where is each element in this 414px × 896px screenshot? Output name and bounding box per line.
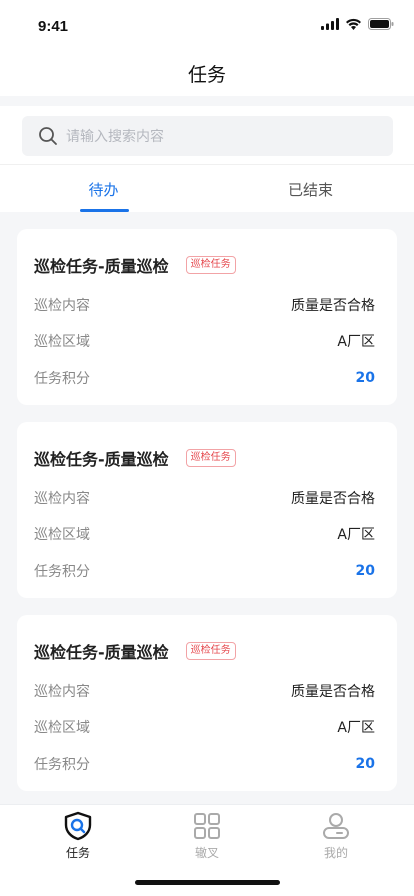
row-label: 巡检内容 — [34, 298, 90, 314]
wifi-icon — [346, 18, 361, 30]
card-title-row: 巡检任务-质量巡检 巡检任务 — [34, 446, 236, 470]
row-value: A厂区 — [337, 334, 375, 350]
status-time: 9:41 — [38, 18, 69, 35]
tab-pending-label: 待办 — [88, 180, 119, 199]
row-label: 巡检内容 — [34, 684, 90, 700]
tab-bar: 待办 已结束 — [0, 164, 414, 212]
card-row-content: 巡检内容 质量是否合格 — [34, 680, 375, 702]
task-shield-icon — [64, 811, 92, 841]
card-row-content: 巡检内容 质量是否合格 — [34, 487, 375, 509]
task-card[interactable]: 巡检任务-质量巡检 巡检任务 巡检内容 质量是否合格 巡检区域 A厂区 任务积分… — [17, 229, 397, 405]
tabbar-item-frog[interactable]: 辙叉 — [162, 811, 252, 865]
card-title: 巡检任务-质量巡检 — [34, 643, 169, 662]
signal-icon — [321, 18, 339, 30]
task-card[interactable]: 巡检任务-质量巡检 巡检任务 巡检内容 质量是否合格 巡检区域 A厂区 任务积分… — [17, 422, 397, 598]
row-label: 巡检区域 — [34, 720, 90, 736]
search-input[interactable]: 请输入搜索内容 — [22, 116, 393, 156]
card-row-points: 任务积分 20 — [34, 753, 375, 775]
search-section: 请输入搜索内容 — [0, 106, 414, 164]
status-icons — [321, 18, 394, 30]
row-value: A厂区 — [337, 720, 375, 736]
active-tab-indicator — [80, 209, 129, 212]
row-value: 质量是否合格 — [291, 298, 375, 314]
card-title-row: 巡检任务-质量巡检 巡检任务 — [34, 639, 236, 663]
points-value: 20 — [355, 756, 375, 772]
card-row-points: 任务积分 20 — [34, 560, 375, 582]
search-placeholder: 请输入搜索内容 — [66, 129, 164, 145]
card-title: 巡检任务-质量巡检 — [34, 257, 169, 276]
tab-finished[interactable]: 已结束 — [207, 165, 414, 213]
row-label: 巡检区域 — [34, 527, 90, 543]
row-label: 任务积分 — [34, 371, 90, 387]
tabbar-label: 辙叉 — [194, 846, 219, 860]
nav-bar: 任务 — [0, 50, 414, 96]
grid-icon — [194, 813, 220, 839]
row-label: 任务积分 — [34, 564, 90, 580]
card-row-area: 巡检区域 A厂区 — [34, 716, 375, 738]
card-row-area: 巡检区域 A厂区 — [34, 330, 375, 352]
task-card[interactable]: 巡检任务-质量巡检 巡检任务 巡检内容 质量是否合格 巡检区域 A厂区 任务积分… — [17, 615, 397, 791]
tabbar-item-task[interactable]: 任务 — [33, 811, 123, 865]
task-type-badge: 巡检任务 — [185, 642, 236, 660]
card-row-area: 巡检区域 A厂区 — [34, 523, 375, 545]
row-label: 巡检区域 — [34, 334, 90, 350]
card-row-content: 巡检内容 质量是否合格 — [34, 294, 375, 316]
status-bar: 9:41 — [0, 0, 414, 50]
task-type-badge: 巡检任务 — [185, 256, 236, 274]
points-value: 20 — [355, 370, 375, 386]
tab-pending[interactable]: 待办 — [0, 165, 207, 213]
card-title-row: 巡检任务-质量巡检 巡检任务 — [34, 253, 236, 277]
user-icon — [323, 813, 349, 839]
card-row-points: 任务积分 20 — [34, 367, 375, 389]
tabbar-item-mine[interactable]: 我的 — [291, 811, 381, 865]
card-title: 巡检任务-质量巡检 — [34, 450, 169, 469]
page-title: 任务 — [187, 63, 226, 86]
tabbar-label: 任务 — [65, 846, 90, 860]
search-icon — [39, 127, 57, 145]
row-label: 巡检内容 — [34, 491, 90, 507]
row-label: 任务积分 — [34, 757, 90, 773]
row-value: 质量是否合格 — [291, 684, 375, 700]
points-value: 20 — [355, 563, 375, 579]
tab-finished-label: 已结束 — [287, 180, 333, 199]
tabbar-label: 我的 — [323, 846, 348, 860]
home-indicator — [135, 880, 280, 885]
battery-icon — [368, 18, 394, 30]
task-type-badge: 巡检任务 — [185, 449, 236, 467]
row-value: 质量是否合格 — [291, 491, 375, 507]
row-value: A厂区 — [337, 527, 375, 543]
